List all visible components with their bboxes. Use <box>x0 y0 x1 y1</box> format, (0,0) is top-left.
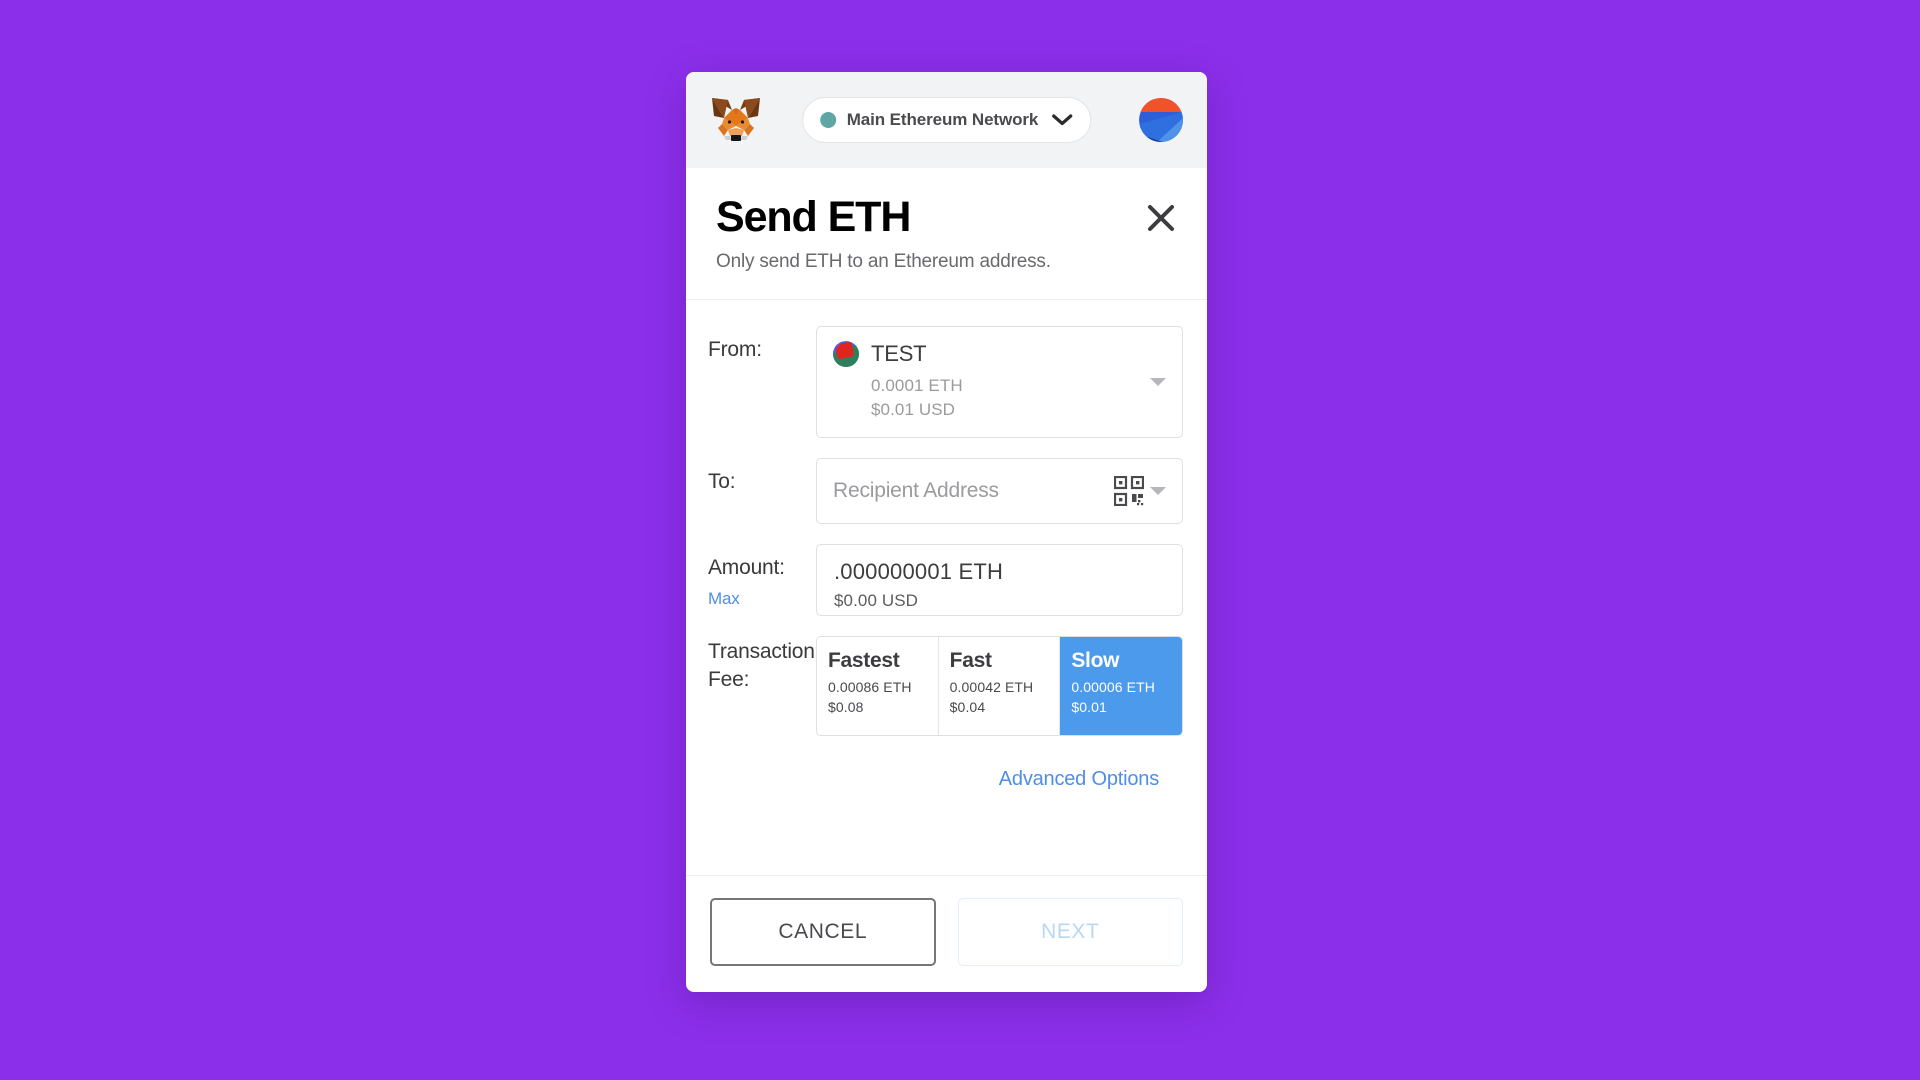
fee-option-usd: $0.08 <box>828 699 864 716</box>
dropdown-caret-icon[interactable] <box>1148 376 1168 388</box>
from-row: From: TEST 0.0001 ETH $0.01 USD <box>708 326 1183 438</box>
fee-option-name: Slow <box>1071 648 1120 672</box>
fee-option-usd: $0.01 <box>1071 699 1107 716</box>
fee-option-eth: 0.00006 ETH <box>1071 679 1155 696</box>
metamask-send-card: Main Ethereum Network Send ETH Only send… <box>686 72 1207 992</box>
transaction-fee-options: Fastest 0.00086 ETH $0.08 Fast 0.00042 E… <box>816 635 1183 736</box>
page-subtitle: Only send ETH to an Ethereum address. <box>716 251 1051 273</box>
network-name: Main Ethereum Network <box>846 110 1039 129</box>
app-bar: Main Ethereum Network <box>686 72 1207 168</box>
fee-option-eth: 0.00086 ETH <box>828 679 912 696</box>
recipient-address-field[interactable]: Recipient Address <box>816 457 1183 524</box>
to-label: To: <box>708 469 736 493</box>
from-account-identicon <box>833 341 859 368</box>
metamask-fox-logo <box>712 98 760 141</box>
close-icon[interactable] <box>1145 202 1177 234</box>
fee-option-name: Fastest <box>828 648 900 672</box>
amount-usd-value: $0.00 USD <box>834 590 919 610</box>
fee-option-slow[interactable]: Slow 0.00006 ETH $0.01 <box>1060 636 1182 735</box>
network-status-dot <box>819 112 836 128</box>
from-account-selector[interactable]: TEST 0.0001 ETH $0.01 USD <box>816 326 1183 438</box>
amount-row: Amount: Max .000000001 ETH $0.00 USD <box>708 543 1183 616</box>
dropdown-caret-icon[interactable] <box>1148 485 1168 497</box>
chevron-down-icon <box>1052 114 1073 126</box>
fee-option-eth: 0.00042 ETH <box>949 679 1034 696</box>
from-label: From: <box>708 338 762 362</box>
amount-label-text: Amount: <box>708 555 785 579</box>
amount-field[interactable]: .000000001 ETH $0.00 USD <box>816 543 1183 616</box>
card-footer: CANCEL NEXT <box>686 875 1207 992</box>
to-row: To: Recipient Address <box>708 457 1183 524</box>
fee-option-name: Fast <box>949 648 992 672</box>
recipient-address-input[interactable]: Recipient Address <box>833 479 1114 503</box>
send-form: From: TEST 0.0001 ETH $0.01 USD To: Reci… <box>686 300 1207 875</box>
transaction-fee-label: Transaction Fee: <box>708 639 815 691</box>
from-account-name: TEST <box>871 341 927 367</box>
from-balances: 0.0001 ETH $0.01 USD <box>871 374 1166 420</box>
from-account-header: TEST <box>833 341 1166 368</box>
fee-option-usd: $0.04 <box>949 699 986 716</box>
fee-option-fastest[interactable]: Fastest 0.00086 ETH $0.08 <box>817 636 939 735</box>
amount-label: Amount: Max <box>708 544 816 611</box>
advanced-options-row: Advanced Options <box>708 756 1183 791</box>
account-avatar[interactable] <box>1139 98 1183 142</box>
max-amount-link[interactable]: Max <box>708 588 816 611</box>
from-balance-eth: 0.0001 ETH <box>871 376 963 396</box>
qr-code-scan-icon[interactable] <box>1114 475 1144 506</box>
page-title: Send ETH <box>716 193 911 241</box>
transaction-fee-row: Transaction Fee: Fastest 0.00086 ETH $0.… <box>708 635 1183 736</box>
fee-option-fast[interactable]: Fast 0.00042 ETH $0.04 <box>938 636 1061 735</box>
page-header: Send ETH Only send ETH to an Ethereum ad… <box>686 168 1207 301</box>
next-button[interactable]: NEXT <box>957 898 1183 966</box>
advanced-options-link[interactable]: Advanced Options <box>999 768 1159 791</box>
amount-input[interactable]: .000000001 ETH <box>834 559 1166 585</box>
cancel-button[interactable]: CANCEL <box>710 898 936 966</box>
network-selector[interactable]: Main Ethereum Network <box>801 97 1092 143</box>
from-balance-usd: $0.01 USD <box>871 399 956 419</box>
